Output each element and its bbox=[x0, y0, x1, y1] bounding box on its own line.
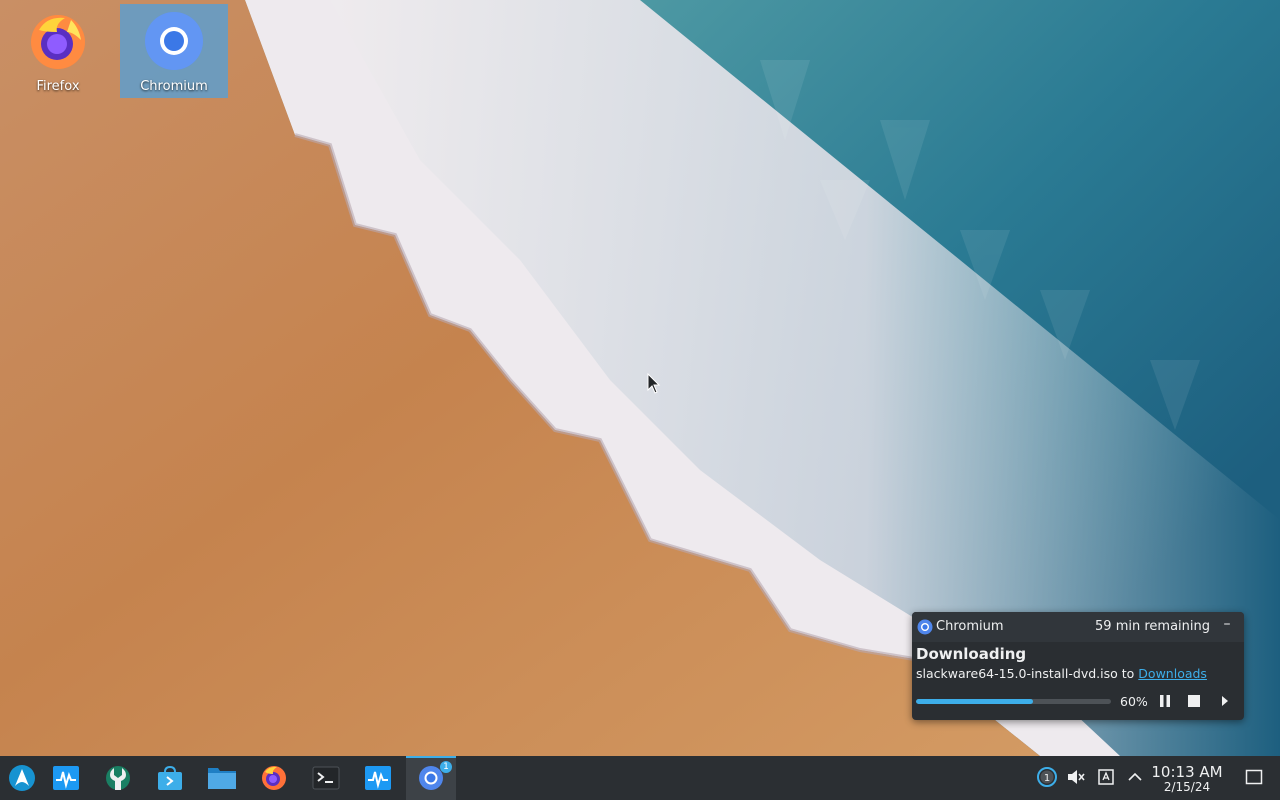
digital-clock[interactable]: 10:13 AM 2/15/24 bbox=[1150, 764, 1224, 794]
tray-volume[interactable] bbox=[1065, 766, 1087, 788]
taskbar-settings[interactable] bbox=[96, 756, 140, 800]
system-monitor-icon bbox=[365, 766, 391, 790]
notification-count-icon: 1 bbox=[1037, 767, 1057, 787]
firefox-icon bbox=[27, 10, 89, 72]
progress-percent: 60% bbox=[1120, 694, 1148, 709]
pause-button[interactable] bbox=[1156, 692, 1174, 710]
notification-count: 1 bbox=[1044, 773, 1050, 784]
mouse-cursor-icon bbox=[647, 372, 661, 395]
show-desktop-icon bbox=[1245, 769, 1263, 785]
application-launcher-button[interactable] bbox=[0, 756, 44, 800]
keyboard-layout-icon bbox=[1098, 769, 1114, 785]
minimize-button[interactable]: – bbox=[1220, 616, 1234, 636]
notification-title: Downloading bbox=[916, 645, 1027, 663]
taskbar-system-monitor-window[interactable] bbox=[356, 756, 400, 800]
taskbar-discover[interactable] bbox=[148, 756, 192, 800]
download-notification[interactable]: Chromium 59 min remaining – Downloading … bbox=[912, 612, 1244, 720]
stop-button[interactable] bbox=[1185, 692, 1203, 710]
tray-show-hidden[interactable] bbox=[1124, 766, 1146, 788]
arch-logo-icon bbox=[9, 765, 35, 791]
system-monitor-icon bbox=[53, 766, 79, 790]
stop-icon bbox=[1188, 695, 1200, 707]
chromium-icon bbox=[143, 10, 205, 72]
pause-icon bbox=[1160, 695, 1170, 707]
taskbar-terminal[interactable] bbox=[304, 756, 348, 800]
clock-time: 10:13 AM bbox=[1151, 763, 1223, 781]
expand-arrow-icon bbox=[1222, 696, 1228, 706]
expand-button[interactable] bbox=[1216, 692, 1234, 710]
taskbar-file-manager[interactable] bbox=[200, 756, 244, 800]
progress-fill bbox=[916, 699, 1033, 704]
volume-muted-icon bbox=[1068, 770, 1085, 784]
show-hidden-icons-arrow bbox=[1128, 772, 1142, 781]
terminal-icon bbox=[312, 766, 340, 790]
notification-header: Chromium 59 min remaining – bbox=[912, 612, 1244, 642]
body-connector: to bbox=[1121, 666, 1135, 681]
chromium-badge: 1 bbox=[440, 761, 452, 773]
tray-keyboard-layout[interactable] bbox=[1095, 766, 1117, 788]
taskbar-system-monitor[interactable] bbox=[44, 756, 88, 800]
show-desktop-button[interactable] bbox=[1243, 766, 1265, 788]
discover-store-icon bbox=[158, 765, 182, 790]
taskbar-chromium[interactable]: 1 bbox=[406, 756, 456, 800]
notification-body: slackware64-15.0-install-dvd.iso to Down… bbox=[916, 666, 1207, 681]
folder-icon bbox=[208, 768, 236, 789]
taskbar: 1 1 10:13 AM 2/15/24 bbox=[0, 756, 1280, 800]
downloads-folder-link[interactable]: Downloads bbox=[1138, 666, 1207, 681]
desktop-icon-label: Firefox bbox=[36, 79, 80, 94]
clock-date: 2/15/24 bbox=[1163, 780, 1211, 794]
settings-wrench-icon bbox=[106, 766, 130, 790]
taskbar-firefox[interactable] bbox=[252, 756, 296, 800]
firefox-icon bbox=[262, 766, 286, 790]
chromium-icon bbox=[917, 619, 933, 635]
download-progress-bar bbox=[916, 699, 1111, 704]
time-remaining: 59 min remaining bbox=[1095, 619, 1210, 634]
download-filename: slackware64-15.0-install-dvd.iso bbox=[916, 666, 1118, 681]
desktop-icon-chromium[interactable]: Chromium bbox=[120, 4, 228, 98]
desktop-icon-label: Chromium bbox=[140, 79, 208, 94]
notification-app-name: Chromium bbox=[936, 619, 1004, 634]
tray-notifications[interactable]: 1 bbox=[1036, 766, 1058, 788]
desktop-icon-firefox[interactable]: Firefox bbox=[4, 4, 112, 98]
